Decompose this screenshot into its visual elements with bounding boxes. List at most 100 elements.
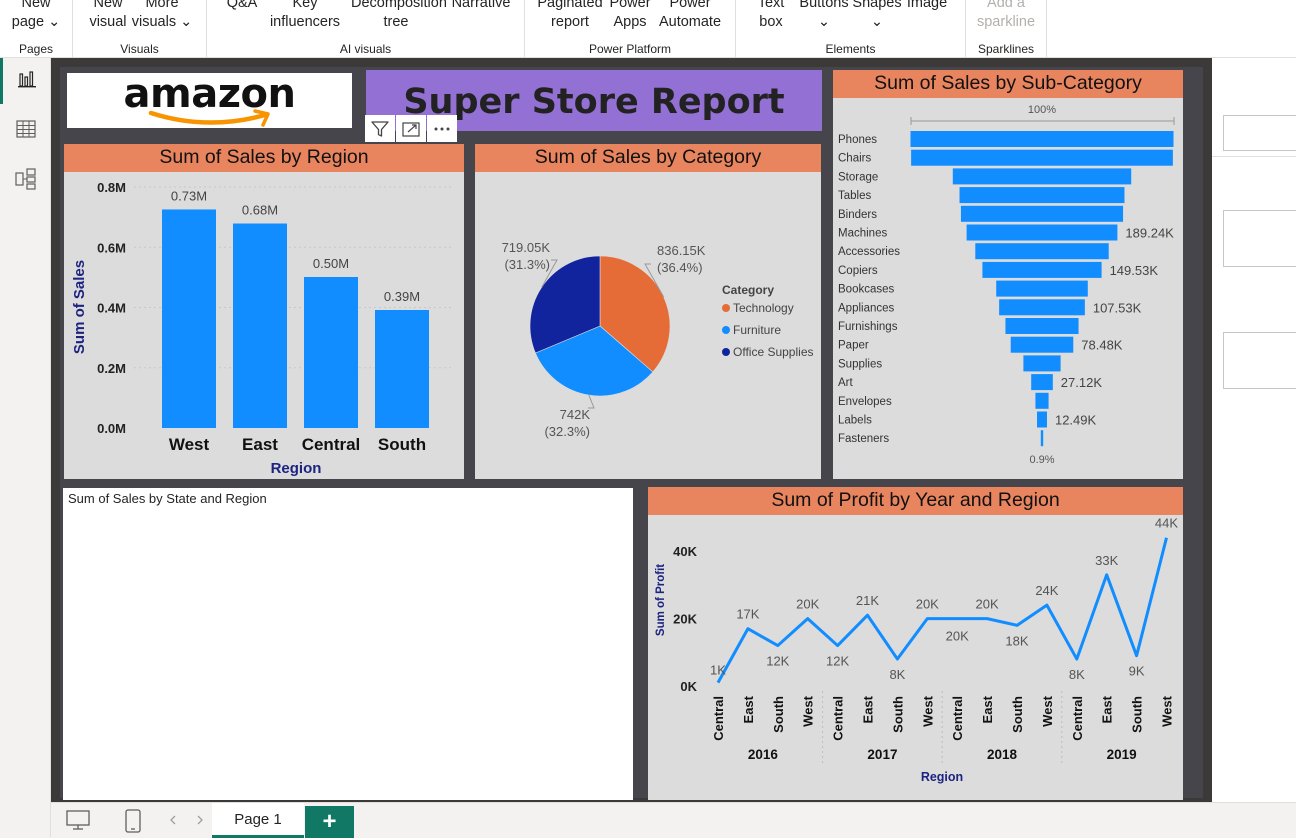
data-label: 12.49K: [1055, 413, 1097, 428]
ribbon-button-label: Key: [292, 0, 318, 11]
data-label: 78.48K: [1081, 338, 1123, 353]
x-tick-label: Central: [831, 696, 846, 741]
ribbon-button[interactable]: Key influencers: [260, 0, 350, 32]
ribbon-button[interactable]: More visuals ⌄: [117, 0, 207, 32]
y-tick-label: 40K: [673, 544, 697, 559]
funnel-bar: [1037, 411, 1047, 428]
add-page-button[interactable]: +: [305, 806, 354, 838]
x-tick-label: West: [920, 695, 935, 726]
x-tick-label: West: [801, 695, 816, 726]
pane-field-box[interactable]: [1223, 210, 1296, 267]
funnel-bar: [959, 187, 1125, 204]
y-tick-label: 0.6M: [97, 240, 126, 255]
ribbon-group-label: Pages: [18, 42, 54, 56]
sales-by-state-map-visual[interactable]: Sum of Sales by State and Region: [63, 488, 633, 800]
left-rail: [0, 58, 51, 837]
funnel-bar: [1023, 355, 1061, 372]
filter-icon: [371, 120, 389, 137]
x-tick-label: South: [1130, 696, 1145, 733]
visual-title: Sum of Sales by Sub-Category: [833, 70, 1183, 98]
bar: [375, 309, 429, 428]
desktop-icon: [66, 810, 90, 830]
chevron-left-icon: [170, 815, 176, 825]
data-label: 107.53K: [1093, 300, 1142, 315]
subcategory-funnel-chart: 100% Phones Chairs Storage Tables Binders Mach…: [838, 104, 1175, 466]
logo-image[interactable]: amazon: [67, 71, 352, 128]
page-tab-page-1[interactable]: Page 1: [212, 803, 304, 838]
ribbon-group-label: Visuals: [120, 42, 159, 56]
y-tick-label: 0.4M: [97, 301, 126, 316]
data-label: (36.4%): [657, 260, 703, 275]
previous-page-button[interactable]: [166, 812, 180, 833]
funnel-bottom-percent: 0.9%: [1029, 454, 1054, 466]
y-tick-label: 0K: [680, 679, 697, 694]
funnel-bar: [1035, 392, 1049, 409]
ribbon-group-label: Power Platform: [588, 42, 672, 56]
funnel-bar: [966, 224, 1118, 241]
report-view-button[interactable]: [0, 58, 51, 104]
legend-item: Technology: [733, 301, 794, 315]
visual-header: [365, 115, 463, 142]
legend-marker: [722, 326, 730, 334]
ribbon-button-label: Add a: [987, 0, 1025, 11]
x-tick-label: West: [169, 435, 210, 454]
x-tick-label: South: [378, 435, 426, 454]
chevron-right-icon: [197, 815, 203, 825]
ribbon-button-label: Image: [906, 0, 948, 11]
pane-field-box[interactable]: [1223, 332, 1296, 389]
funnel-bar: [1040, 430, 1044, 447]
focus-mode-button[interactable]: [396, 115, 426, 142]
amazon-smile-icon: [148, 109, 270, 127]
data-label: 8K: [889, 667, 905, 682]
data-label: 12K: [826, 654, 849, 669]
more-options-icon: [434, 127, 450, 130]
x-tick-label: East: [980, 695, 995, 723]
data-label: 33K: [1095, 553, 1118, 568]
legend-item: Office Supplies: [733, 345, 814, 359]
data-label: 27.12K: [1061, 375, 1103, 390]
next-page-button[interactable]: [193, 812, 207, 833]
funnel-bar: [910, 131, 1174, 147]
x-tick-label: East: [1100, 695, 1115, 723]
ribbon-button[interactable]: Power Automate: [645, 0, 735, 32]
x-tick-label: West: [1040, 695, 1055, 726]
x-tick-label: South: [890, 696, 905, 733]
model-view-button[interactable]: [0, 158, 51, 204]
mobile-layout-button[interactable]: [123, 809, 143, 838]
category-label: Machines: [838, 228, 887, 240]
data-label: 0.68M: [242, 203, 278, 218]
ribbon-button[interactable]: Add a sparkline: [961, 0, 1051, 32]
table-view-button[interactable]: [0, 108, 51, 154]
data-label: 12K: [766, 654, 789, 669]
data-label: 0.50M: [313, 256, 349, 271]
ribbon-button[interactable]: Decomposition tree: [351, 0, 447, 32]
sales-by-category-visual[interactable]: Sum of Sales by Category 836.15K (36.4%) 7…: [475, 144, 821, 479]
x-group-label: 2018: [987, 747, 1018, 762]
category-label: Fasteners: [838, 433, 889, 445]
desktop-layout-button[interactable]: [65, 809, 91, 836]
ribbon-button-label: Automate: [658, 14, 722, 30]
more-options-button[interactable]: [427, 115, 457, 142]
data-label: 0.39M: [384, 289, 420, 304]
category-label: Labels: [838, 415, 872, 427]
pane-field-box[interactable]: [1223, 115, 1296, 151]
mobile-icon: [125, 809, 141, 833]
data-label: 8K: [1069, 667, 1085, 682]
funnel-bar: [999, 299, 1085, 316]
ribbon-button[interactable]: Image: [882, 0, 972, 13]
y-axis-title: Sum of Profit: [655, 564, 667, 636]
x-tick-label: Central: [1070, 696, 1085, 741]
ribbon-button[interactable]: Narrative: [436, 0, 526, 13]
profit-line-chart: 0K 20K 40K Sum of Profit 1K Central 17K East 12K…: [655, 516, 1178, 784]
category-label: Supplies: [838, 358, 882, 370]
sales-by-subcategory-visual[interactable]: Sum of Sales by Sub-Category 100% Phones C…: [833, 70, 1183, 479]
focus-mode-icon: [402, 121, 420, 137]
funnel-bar: [996, 280, 1088, 297]
filter-button[interactable]: [365, 115, 395, 142]
sales-by-region-visual[interactable]: Sum of Sales by Region 0.0M 0.2M 0.4M 0.6M 0…: [64, 144, 464, 479]
region-bar-chart: 0.0M 0.2M 0.4M 0.6M 0.8M Sum of Sales 0.73M Wes…: [71, 180, 454, 477]
x-tick-label: Central: [302, 435, 361, 454]
y-axis-title: Sum of Sales: [71, 260, 88, 354]
visual-title: Sum of Profit by Year and Region: [648, 487, 1183, 515]
profit-by-year-region-visual[interactable]: Sum of Profit by Year and Region 0K 20K 40…: [648, 487, 1183, 800]
